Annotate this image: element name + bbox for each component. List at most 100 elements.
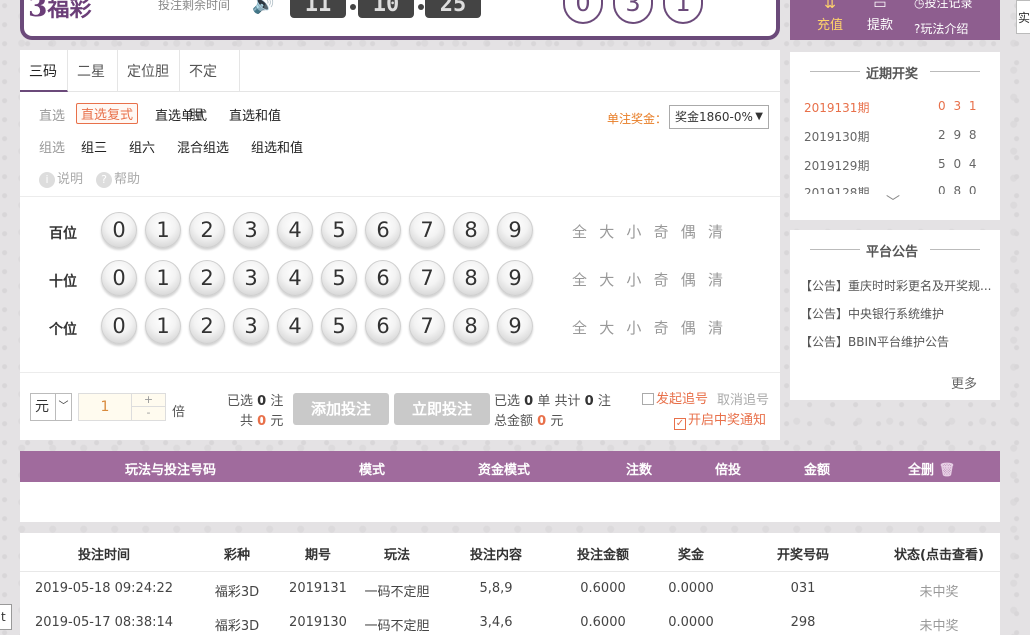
win-notify-toggle[interactable]: ✓ 开启中奖通知: [674, 409, 766, 430]
checkbox-icon: [642, 393, 654, 405]
rules-link[interactable]: ?玩法介绍: [914, 20, 968, 37]
explain-link[interactable]: i 说明: [39, 168, 83, 188]
side-edge-tab[interactable]: 实: [1016, 0, 1030, 34]
recent-numbers: 0 3 1: [938, 99, 979, 113]
recharge-button[interactable]: ⇊ 充值: [810, 0, 850, 33]
quick-select-button[interactable]: 大: [599, 269, 616, 290]
prize-select[interactable]: 奖金1860-0% ▼: [669, 105, 769, 129]
subplay-group6[interactable]: 组六: [129, 137, 155, 156]
number-ball[interactable]: 5: [321, 308, 357, 344]
subplay-direct-sum[interactable]: 直选和值: [229, 105, 281, 124]
divider: [930, 71, 980, 72]
quick-select-button[interactable]: 清: [708, 317, 725, 338]
bet-panel: 三码 二星 定位胆 不定胆 直选 直选复式 直选单式 直选和值 组选 组三 组六…: [20, 50, 780, 440]
number-ball[interactable]: 8: [453, 212, 489, 248]
number-ball[interactable]: 2: [189, 308, 225, 344]
corner-tag[interactable]: t: [0, 604, 12, 630]
number-ball[interactable]: 9: [497, 212, 533, 248]
status-link[interactable]: 未中奖: [874, 581, 1004, 600]
bet-record-link[interactable]: ◷投注记录: [914, 0, 973, 11]
clear-all-button[interactable]: 全删 🗑: [908, 459, 955, 478]
history-column-header: 开奖号码: [776, 548, 829, 563]
total-summary: 共 0 元: [240, 414, 284, 429]
number-ball[interactable]: 9: [497, 308, 533, 344]
quick-select-button[interactable]: 偶: [681, 269, 698, 290]
subplay-direct-single[interactable]: 直选单式: [155, 105, 207, 124]
number-ball[interactable]: 4: [277, 260, 313, 296]
tab-budingdan[interactable]: 不定胆: [180, 50, 240, 124]
more-notices-link[interactable]: 更多: [951, 373, 977, 392]
divider: [930, 249, 980, 250]
quick-select-button[interactable]: 奇: [654, 269, 671, 290]
subplay-group3[interactable]: 组三: [81, 137, 107, 156]
number-ball[interactable]: 7: [409, 212, 445, 248]
quick-select-button[interactable]: 清: [708, 221, 725, 242]
subplay-group-sum[interactable]: 组选和值: [251, 137, 303, 156]
withdraw-button[interactable]: ▭ 提款: [860, 0, 900, 33]
cart-summary: 已选 0 单 共计 0 注: [494, 394, 611, 409]
quick-select-button[interactable]: 奇: [654, 317, 671, 338]
number-ball[interactable]: 3: [233, 212, 269, 248]
divider: [20, 571, 1000, 572]
number-ball[interactable]: 4: [277, 212, 313, 248]
cart-header: 玩法与投注号码 模式 资金模式 注数 倍投 金额 全删 🗑: [20, 451, 1000, 482]
number-ball[interactable]: 6: [365, 308, 401, 344]
number-ball[interactable]: 0: [101, 308, 137, 344]
add-bet-button[interactable]: 添加投注: [293, 393, 389, 425]
speaker-icon[interactable]: 🔊: [252, 0, 274, 16]
bet-now-button[interactable]: 立即投注: [394, 393, 490, 425]
quick-select-button[interactable]: 奇: [654, 221, 671, 242]
status-link[interactable]: 未中奖: [874, 615, 1004, 634]
subplay-mixed-group[interactable]: 混合组选: [177, 137, 229, 156]
position-label: 个位: [49, 322, 77, 338]
number-ball[interactable]: 7: [409, 260, 445, 296]
chase-toggle[interactable]: 发起追号: [642, 388, 708, 407]
recent-numbers: 2 9 8: [938, 128, 979, 142]
quick-select-button[interactable]: 偶: [681, 317, 698, 338]
multiple-input[interactable]: 1: [79, 394, 131, 420]
recent-list: 2019131期 0 3 1 2019130期 2 9 8 2019129期 5…: [790, 94, 1000, 194]
quick-select-button[interactable]: 小: [626, 221, 643, 242]
subplay-direct-multi[interactable]: 直选复式: [76, 103, 139, 124]
number-ball[interactable]: 1: [145, 212, 181, 248]
number-ball[interactable]: 9: [497, 260, 533, 296]
number-ball[interactable]: 1: [145, 308, 181, 344]
number-ball[interactable]: 5: [321, 260, 357, 296]
tab-sanma[interactable]: 三码: [20, 50, 68, 92]
number-ball[interactable]: 8: [453, 308, 489, 344]
number-ball[interactable]: 3: [233, 308, 269, 344]
number-ball[interactable]: 6: [365, 212, 401, 248]
quick-select-button[interactable]: 偶: [681, 221, 698, 242]
number-ball[interactable]: 6: [365, 260, 401, 296]
quick-select-button[interactable]: 小: [626, 269, 643, 290]
expand-chevron-icon[interactable]: ﹀: [886, 192, 900, 212]
number-ball[interactable]: 1: [145, 260, 181, 296]
number-ball[interactable]: 2: [189, 212, 225, 248]
decrement-button[interactable]: -: [131, 407, 165, 420]
cart-col: 金额: [804, 463, 831, 478]
cancel-chase-link[interactable]: 取消追号: [717, 389, 769, 408]
number-ball[interactable]: 3: [233, 260, 269, 296]
quick-select-button[interactable]: 小: [626, 317, 643, 338]
tab-erxing[interactable]: 二星: [68, 50, 118, 92]
unit-select[interactable]: 元 ﹀: [30, 393, 72, 421]
number-ball[interactable]: 0: [101, 212, 137, 248]
number-ball[interactable]: 8: [453, 260, 489, 296]
number-ball[interactable]: 4: [277, 308, 313, 344]
notice-item[interactable]: 【公告】重庆时时彩更名及开奖规...: [800, 277, 996, 294]
quick-select-button[interactable]: 全: [572, 221, 589, 242]
quick-select-button[interactable]: 清: [708, 269, 725, 290]
tab-dingweidan[interactable]: 定位胆: [118, 50, 180, 92]
history-cell: 0.6000: [580, 615, 626, 630]
number-ball[interactable]: 7: [409, 308, 445, 344]
number-ball[interactable]: 2: [189, 260, 225, 296]
quick-select-button[interactable]: 全: [572, 269, 589, 290]
help-link[interactable]: ? 帮助: [96, 168, 140, 188]
quick-select-button[interactable]: 大: [599, 221, 616, 242]
number-ball[interactable]: 5: [321, 212, 357, 248]
quick-select-button[interactable]: 全: [572, 317, 589, 338]
number-ball[interactable]: 0: [101, 260, 137, 296]
notice-item[interactable]: 【公告】中央银行系统维护: [800, 305, 944, 322]
notice-item[interactable]: 【公告】BBIN平台维护公告: [800, 333, 949, 350]
quick-select-button[interactable]: 大: [599, 317, 616, 338]
